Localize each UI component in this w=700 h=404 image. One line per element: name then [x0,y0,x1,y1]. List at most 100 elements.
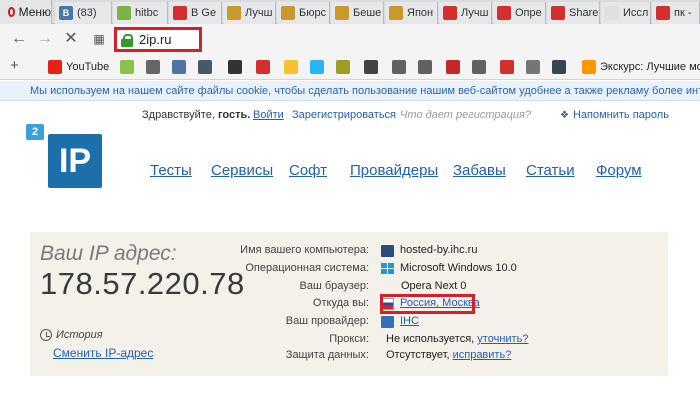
tab-label: Опре [515,7,542,19]
banana-icon [284,60,298,74]
nav-articles[interactable]: Статьи [526,162,575,179]
tab-1[interactable]: hitbc [113,2,168,24]
navigation-bar: ← → ✕ ▦ [0,24,700,54]
info-row-value: Отсутствует, [386,349,450,361]
bookmark-13[interactable] [446,59,464,75]
coin-icon [281,6,295,20]
coin-icon [227,6,241,20]
android-icon [117,6,131,20]
bookmark-2[interactable] [146,59,164,75]
bookmark-1[interactable] [120,59,138,75]
info-row-value: Не используется, [386,333,475,345]
back-arrow-icon[interactable]: ← [10,30,28,48]
vk-icon: B [59,6,73,20]
bookmark-12[interactable] [418,59,436,75]
tab-label: Иссл [623,7,649,19]
bookmark-18[interactable]: Экскурс: Лучшие мо [582,59,700,75]
info-row-action-link[interactable]: исправить? [453,349,512,361]
ip-address-value: 178.57.220.78 [40,266,245,301]
login-link[interactable]: Войти [253,109,284,121]
windows-icon [381,263,394,275]
info-row-value: Microsoft Windows 10.0 [400,262,517,274]
bookmark-8[interactable] [310,59,328,75]
bookmark-4[interactable] [198,59,216,75]
bookmark-9[interactable] [336,59,354,75]
tab-0[interactable]: B (83) [55,2,112,24]
bookmark-0[interactable]: YouTube [48,59,109,75]
bookmark-17[interactable] [552,59,570,75]
tab-2[interactable]: В Ge [169,2,222,24]
bookmark-10[interactable] [364,59,382,75]
lock-icon [121,33,133,47]
change-ip-link[interactable]: Сменить IP-адрес [53,346,153,360]
clock-icon [40,329,52,341]
key-icon: ❖ [560,109,569,121]
tab-8[interactable]: Опре [493,2,546,24]
bookmark-3[interactable] [172,59,190,75]
logo-badge: 2 [26,124,44,140]
greeting-guest: гость. [217,109,251,121]
computer-icon [381,245,394,257]
nhl-icon [336,60,350,74]
forward-arrow-icon[interactable]: → [36,30,54,48]
bookmark-14[interactable] [472,59,490,75]
tab-label: Бюрс [299,7,327,19]
red-logo-icon [551,6,565,20]
ip-label: Ваш IP адрес: [40,242,177,265]
nav-fun[interactable]: Забавы [453,162,506,179]
cart-icon [526,60,540,74]
info-row-label: Ваш браузер: [299,280,369,292]
vk-icon [172,60,186,74]
tab-label: В Ge [191,7,217,19]
sun-icon [605,6,619,20]
greeting: Здравствуйте, гость. [142,109,250,121]
nav-soft[interactable]: Софт [289,162,327,179]
menu-label: Меню [18,5,51,19]
grid-icon[interactable]: ▦ [90,30,108,48]
document-icon [392,60,406,74]
info-row-value[interactable]: IHC [400,315,419,327]
info-row-label: Ваш провайдер: [285,315,369,327]
tab-9[interactable]: Share [547,2,600,24]
history-link[interactable]: История [40,329,103,341]
play-icon [120,60,134,74]
tab-3[interactable]: Лучш [223,2,276,24]
close-icon[interactable]: ✕ [62,30,80,48]
site-logo[interactable]: IP [48,134,102,188]
register-link[interactable]: Зарегистрироваться [292,109,396,121]
red-logo-icon [443,6,457,20]
address-bar[interactable]: 2ip.ru [114,27,202,52]
nav-services[interactable]: Сервисы [211,162,273,179]
bookmark-16[interactable] [526,59,544,75]
bookmark-11[interactable] [392,59,410,75]
greeting-prefix: Здравствуйте, [142,109,218,121]
tab-label: Share [569,7,599,19]
excursion-icon [582,60,596,74]
disc-icon [198,60,212,74]
tab-11[interactable]: пк - [652,2,700,24]
nav-forum[interactable]: Форум [596,162,642,179]
info-row-action-link[interactable]: уточнить? [477,333,528,345]
bookmark-15[interactable] [500,59,518,75]
document-icon [418,60,432,74]
tab-4[interactable]: Бюрс [277,2,330,24]
remind-password-link[interactable]: Напомнить пароль [573,109,669,121]
cookie-notice[interactable]: Мы используем на нашем сайте файлы cooki… [0,81,700,101]
tab-5[interactable]: Беше [331,2,384,24]
bookmark-7[interactable] [284,59,302,75]
nav-tests[interactable]: Тесты [150,162,192,179]
tab-label: Лучш [245,7,273,19]
bookmark-6[interactable] [256,59,274,75]
add-bookmark-icon[interactable]: + [10,57,19,74]
bookmark-5[interactable] [228,59,246,75]
menu-button[interactable]: Меню [0,0,52,24]
info-row-value: Opera Next 0 [401,280,467,292]
history-label: История [56,329,103,341]
nav-providers[interactable]: Провайдеры [350,162,438,179]
red-logo-icon [500,60,514,74]
tab-10[interactable]: Иссл [601,2,651,24]
tab-6[interactable]: Япон [385,2,438,24]
tab-label: пк - [674,7,692,19]
tab-7[interactable]: Лучш [439,2,492,24]
register-hint[interactable]: Что дает регистрация? [400,109,531,121]
